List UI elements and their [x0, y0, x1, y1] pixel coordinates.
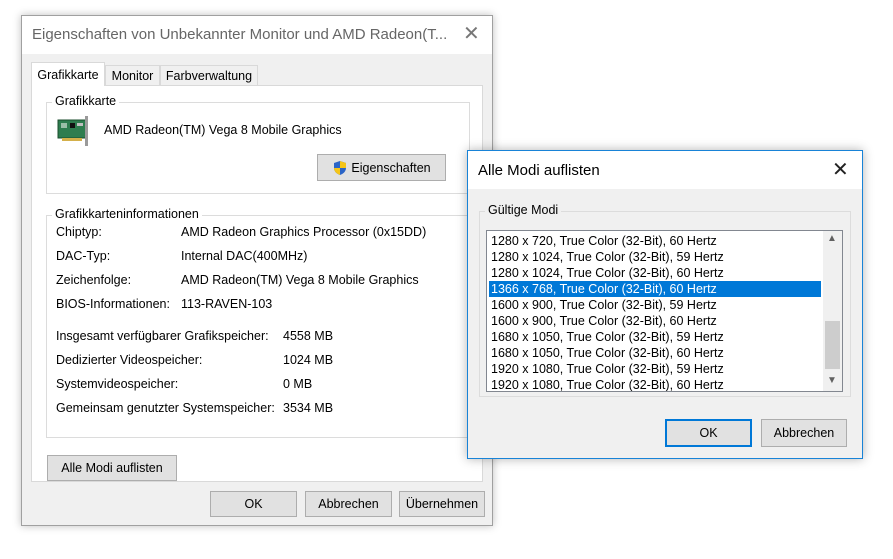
mode-item[interactable]: 1600 x 900, True Color (32-Bit), 59 Hert…	[489, 297, 821, 313]
shared-memory-value: 3534 MB	[283, 401, 334, 415]
tab-page: Grafikkarte AMD Radeon(TM) Vega 8 Mobile…	[31, 85, 483, 482]
ok-button[interactable]: OK	[210, 491, 297, 517]
info-group-legend: Grafikkarteninformationen	[52, 207, 202, 221]
string-value: AMD Radeon(TM) Vega 8 Mobile Graphics	[181, 273, 419, 287]
total-memory-value: 4558 MB	[283, 329, 334, 343]
ok-label: OK	[244, 497, 263, 511]
list-modes-titlebar: Alle Modi auflisten ✕	[468, 151, 862, 189]
scroll-up-icon[interactable]: ▲	[827, 233, 837, 244]
tab-grafikkarte[interactable]: Grafikkarte	[31, 62, 105, 86]
apply-label: Übernehmen	[405, 497, 479, 511]
list-modes-title: Alle Modi auflisten	[478, 162, 600, 179]
properties-button-label: Eigenschaften	[351, 160, 431, 175]
mode-item[interactable]: 1280 x 720, True Color (32-Bit), 60 Hert…	[489, 233, 821, 249]
mode-item[interactable]: 1680 x 1050, True Color (32-Bit), 60 Her…	[489, 345, 821, 361]
dac-type-value: Internal DAC(400MHz)	[181, 249, 308, 263]
properties-titlebar: Eigenschaften von Unbekannter Monitor un…	[22, 16, 492, 54]
close-icon[interactable]: ✕	[463, 24, 480, 44]
adapter-name: AMD Radeon(TM) Vega 8 Mobile Graphics	[104, 123, 342, 137]
mode-item[interactable]: 1920 x 1080, True Color (32-Bit), 60 Her…	[489, 377, 821, 391]
mode-item[interactable]: 1920 x 1080, True Color (32-Bit), 59 Her…	[489, 361, 821, 377]
tab-label: Monitor	[111, 69, 154, 83]
tab-label: Grafikkarte	[37, 67, 99, 82]
tab-label: Farbverwaltung	[165, 69, 253, 83]
modes-ok-button[interactable]: OK	[665, 419, 752, 447]
close-icon[interactable]: ✕	[832, 160, 849, 180]
list-all-modes-button[interactable]: Alle Modi auflisten	[47, 455, 177, 481]
modes-listbox[interactable]: 1280 x 720, True Color (32-Bit), 60 Hert…	[486, 230, 843, 392]
shield-icon	[332, 160, 348, 176]
bios-label: BIOS-Informationen:	[56, 297, 170, 311]
tab-monitor[interactable]: Monitor	[105, 65, 160, 86]
dedicated-memory-label: Dedizierter Videospeicher:	[56, 353, 203, 367]
cancel-button[interactable]: Abbrechen	[305, 491, 392, 517]
scroll-down-icon[interactable]: ▼	[827, 375, 837, 386]
mode-item[interactable]: 1600 x 900, True Color (32-Bit), 60 Hert…	[489, 313, 821, 329]
string-label: Zeichenfolge:	[56, 273, 132, 287]
chiptyp-label: Chiptyp:	[56, 225, 102, 239]
dac-type-label: DAC-Typ:	[56, 249, 111, 263]
system-video-memory-value: 0 MB	[283, 377, 313, 391]
list-all-modes-label: Alle Modi auflisten	[61, 461, 163, 475]
modes-ok-label: OK	[699, 426, 718, 440]
tab-farbverwaltung[interactable]: Farbverwaltung	[160, 65, 258, 86]
properties-dialog: Eigenschaften von Unbekannter Monitor un…	[21, 15, 493, 526]
modes-cancel-label: Abbrechen	[773, 426, 835, 440]
cancel-label: Abbrechen	[318, 497, 379, 511]
dedicated-memory-value: 1024 MB	[283, 353, 334, 367]
adapter-group-legend: Grafikkarte	[52, 94, 120, 108]
mode-item-selected[interactable]: 1366 x 768, True Color (32-Bit), 60 Hert…	[489, 281, 821, 297]
graphics-card-icon	[56, 114, 92, 150]
modes-cancel-button[interactable]: Abbrechen	[761, 419, 847, 447]
properties-button[interactable]: Eigenschaften	[317, 154, 446, 181]
total-memory-label: Insgesamt verfügbarer Grafikspeicher:	[56, 329, 269, 343]
bios-value: 113-RAVEN-103	[181, 297, 273, 311]
properties-title: Eigenschaften von Unbekannter Monitor un…	[32, 26, 448, 43]
system-video-memory-label: Systemvideospeicher:	[56, 377, 179, 391]
chiptyp-value: AMD Radeon Graphics Processor (0x15DD)	[181, 225, 427, 239]
scrollbar[interactable]: ▲ ▼	[823, 231, 842, 391]
mode-item[interactable]: 1680 x 1050, True Color (32-Bit), 59 Her…	[489, 329, 821, 345]
scroll-thumb[interactable]	[825, 321, 840, 369]
valid-modes-legend: Gültige Modi	[485, 203, 562, 217]
mode-item[interactable]: 1280 x 1024, True Color (32-Bit), 60 Her…	[489, 265, 821, 281]
shared-memory-label: Gemeinsam genutzter Systemspeicher:	[56, 401, 275, 415]
apply-button[interactable]: Übernehmen	[399, 491, 485, 517]
mode-item[interactable]: 1280 x 1024, True Color (32-Bit), 59 Her…	[489, 249, 821, 265]
list-modes-dialog: Alle Modi auflisten ✕ Gültige Modi 1280 …	[467, 150, 863, 459]
